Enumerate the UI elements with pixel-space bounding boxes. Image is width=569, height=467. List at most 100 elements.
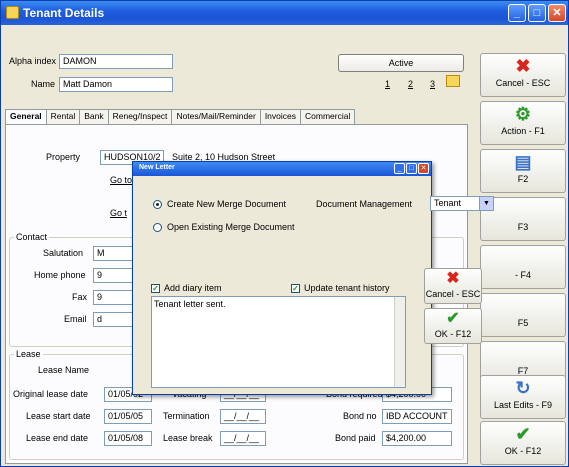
lease-start-date-field[interactable]: 01/05/05 [104,409,152,424]
name-field[interactable]: Matt Damon [59,77,173,92]
tab-bank[interactable]: Bank [79,109,109,124]
document-management-select[interactable]: Tenant ▼ [430,196,494,211]
goto-link-2[interactable]: Go t [110,208,127,218]
f3-label: F3 [517,222,529,232]
diary-note-textarea[interactable]: Tenant letter sent. [151,296,406,388]
open-existing-merge-label: Open Existing Merge Document [167,222,295,232]
document-icon: ▤ [514,152,532,172]
open-existing-merge-radio[interactable] [153,223,162,232]
name-label: Name [31,79,56,89]
diary-note-text: Tenant letter sent. [154,299,226,309]
tenant-details-window: Tenant Details _ □ ✕ Alpha index DAMON N… [0,0,569,467]
page-tab-3[interactable]: 3 [430,79,435,89]
contact-group-title: Contact [14,232,50,242]
new-letter-title: New Letter [133,162,431,176]
tab-rental[interactable]: Rental [45,109,81,124]
page-tab-1[interactable]: 1 [385,79,390,89]
salutation-label: Salutation [43,248,84,258]
bond-paid-field[interactable]: $4,200.00 [382,431,452,446]
alpha-index-field[interactable]: DAMON [59,54,173,69]
minimize-button[interactable]: _ [508,4,526,22]
window-title: Tenant Details [23,6,105,20]
cancel-x-icon: ✖ [515,56,531,76]
lease-start-date-label: Lease start date [26,411,91,421]
tab-general[interactable]: General [5,109,47,124]
page-tab-2[interactable]: 2 [408,79,413,89]
tab-notes-mail-reminder[interactable]: Notes/Mail/Reminder [171,109,261,124]
new-letter-dialog: New Letter _ □ ✕ Create New Merge Docume… [132,161,494,395]
last-edits-f9-label: Last Edits - F9 [493,400,553,410]
ok-f12-label: OK - F12 [504,446,542,456]
create-new-merge-label: Create New Merge Document [167,199,287,209]
lease-end-date-label: Lease end date [26,433,89,443]
lease-break-label: Lease break [163,433,213,443]
salutation-field[interactable]: M [93,246,133,261]
document-management-value: Tenant [434,198,462,208]
f4-label: - F4 [514,270,531,280]
app-icon [6,6,19,19]
add-diary-item-checkbox[interactable]: ✓ [151,284,160,293]
lease-name-label: Lease Name [38,365,90,375]
property-label: Property [46,152,81,162]
action-f1-label: Action - F1 [501,126,545,136]
close-button[interactable]: ✕ [548,4,566,22]
alpha-index-label: Alpha index [9,56,57,66]
diary-note-scrollbar[interactable] [394,297,405,387]
dialog-cancel-esc-button[interactable]: ✖ Cancel - ESC [424,268,482,304]
dialog-maximize-button[interactable]: □ [406,163,417,174]
tab-invoices[interactable]: Invoices [259,109,301,124]
last-edits-icon: ↻ [515,378,531,398]
dialog-ok-label: OK - F12 [434,329,472,339]
goto-link-1[interactable]: Go to [110,175,132,185]
dialog-minimize-button[interactable]: _ [394,163,405,174]
cancel-esc-label: Cancel - ESC [495,78,551,88]
ok-check-icon: ✔ [515,424,531,444]
action-icon: ⚙ [514,104,532,124]
fax-field[interactable]: 9 [93,290,133,305]
f5-icon [481,294,565,318]
update-tenant-history-checkbox[interactable]: ✓ [291,284,300,293]
f5-button[interactable]: F5 [480,293,566,337]
bond-no-label: Bond no [343,411,377,421]
folder-icon[interactable] [446,75,460,87]
add-diary-item-label: Add diary item [164,283,222,293]
lease-break-field[interactable]: __/__/__ [220,431,266,446]
dialog-close-button[interactable]: ✕ [418,163,429,174]
create-new-merge-radio[interactable] [153,200,162,209]
update-tenant-history-label: Update tenant history [304,283,390,293]
action-f1-button[interactable]: ⚙ Action - F1 [480,101,566,145]
document-management-label: Document Management [316,199,413,209]
f4-button[interactable]: - F4 [480,245,566,289]
home-phone-label: Home phone [34,270,86,280]
ok-f12-button[interactable]: ✔ OK - F12 [480,421,566,465]
cancel-x-icon: ✖ [446,270,460,287]
dialog-cancel-label: Cancel - ESC [425,289,481,299]
title-bar: Tenant Details _ □ ✕ [1,1,568,25]
email-label: Email [64,314,87,324]
lease-group-title: Lease [14,349,43,359]
chevron-down-icon: ▼ [479,197,493,210]
cancel-esc-button[interactable]: ✖ Cancel - ESC [480,53,566,97]
home-phone-field[interactable]: 9 [93,268,133,283]
tab-commercial[interactable]: Commercial [300,109,356,124]
dialog-ok-f12-button[interactable]: ✔ OK - F12 [424,308,482,344]
termination-label: Termination [163,411,210,421]
tab-strip: General Rental Bank Reneg/Inspect Notes/Mail… [5,109,468,125]
active-button[interactable]: Active [338,54,464,72]
lease-end-date-field[interactable]: 01/05/08 [104,431,152,446]
tab-reneg-inspect[interactable]: Reneg/Inspect [107,109,173,124]
original-lease-date-label: Original lease date [13,389,89,399]
email-field[interactable]: d [93,312,133,327]
maximize-button[interactable]: □ [528,4,546,22]
f4-icon [481,246,565,270]
termination-field[interactable]: __/__/__ [220,409,266,424]
bond-no-field[interactable]: IBD ACCOUNT [382,409,452,424]
f7-icon [481,342,565,366]
f2-label: F2 [517,174,529,184]
ok-check-icon: ✔ [446,310,460,327]
last-edits-f9-button[interactable]: ↻ Last Edits - F9 [480,375,566,419]
f5-label: F5 [517,318,529,328]
fax-label: Fax [72,292,88,302]
bond-paid-label: Bond paid [335,433,376,443]
f2-button[interactable]: ▤ F2 [480,149,566,193]
